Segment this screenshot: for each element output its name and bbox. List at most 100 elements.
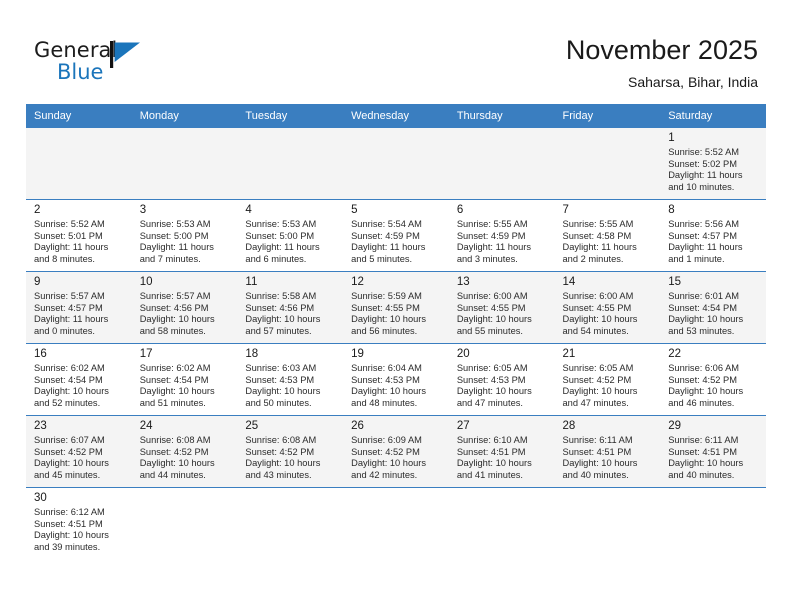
day-cell-content: 17 Sunrise: 6:02 AM Sunset: 4:54 PM Dayligh… <box>132 344 238 415</box>
calendar-empty-cell <box>237 127 344 200</box>
calendar-day-cell[interactable]: 2 Sunrise: 5:52 AM Sunset: 5:01 PM Daylight… <box>26 199 132 272</box>
daylight-text-line1: Daylight: 10 hours <box>351 458 427 469</box>
weekday-header-row: Sunday Monday Tuesday Wednesday Thursday… <box>26 104 766 128</box>
calendar-day-cell[interactable]: 17 Sunrise: 6:02 AM Sunset: 4:54 PM Dayligh… <box>131 343 238 416</box>
weekday-header-tuesday: Tuesday <box>237 104 344 128</box>
sunset-text: Sunset: 4:54 PM <box>139 374 209 385</box>
daylight-text-line2: and 2 minutes. <box>562 253 624 264</box>
calendar-day-cell[interactable]: 25 Sunrise: 6:08 AM Sunset: 4:52 PM Dayligh… <box>237 415 344 488</box>
calendar-day-cell[interactable]: 7 Sunrise: 5:55 AM Sunset: 4:58 PM Daylight… <box>554 199 661 272</box>
sunset-text: Sunset: 4:53 PM <box>245 374 315 385</box>
calendar-day-cell[interactable]: 4 Sunrise: 5:53 AM Sunset: 5:00 PM Daylight… <box>237 199 344 272</box>
sunrise-text: Sunrise: 5:57 AM <box>139 291 211 301</box>
calendar-day-cell[interactable]: 23 Sunrise: 6:07 AM Sunset: 4:52 PM Dayligh… <box>26 415 132 488</box>
calendar-day-cell[interactable]: 19 Sunrise: 6:04 AM Sunset: 4:53 PM Dayligh… <box>343 343 449 416</box>
sunset-text: Sunset: 4:52 PM <box>351 446 420 457</box>
calendar-week-row: 23 Sunrise: 6:07 AM Sunset: 4:52 PM Dayligh… <box>26 415 766 488</box>
day-number: 30 <box>34 492 47 504</box>
sunset-text: Sunset: 4:54 PM <box>34 374 103 385</box>
daylight-text-line2: and 1 minute. <box>668 253 725 264</box>
daylight-text-line1: Daylight: 10 hours <box>456 458 532 469</box>
daylight-text-line2: and 47 minutes. <box>562 397 629 408</box>
sunrise-text: Sunrise: 5:56 AM <box>668 219 740 229</box>
calendar-day-cell[interactable]: 13 Sunrise: 6:00 AM Sunset: 4:55 PM Dayligh… <box>448 271 555 344</box>
day-cell-content <box>26 128 132 199</box>
sunset-text: Sunset: 4:53 PM <box>351 374 420 385</box>
day-cell-content: 1 Sunrise: 5:52 AM Sunset: 5:02 PM Daylight… <box>660 128 766 199</box>
day-cell-content: 16 Sunrise: 6:02 AM Sunset: 4:54 PM Dayligh… <box>26 344 132 415</box>
calendar-day-cell[interactable]: 27 Sunrise: 6:10 AM Sunset: 4:51 PM Dayligh… <box>448 415 555 488</box>
calendar-day-cell[interactable]: 5 Sunrise: 5:54 AM Sunset: 4:59 PM Daylight… <box>343 199 449 272</box>
calendar-empty-cell <box>343 487 449 559</box>
day-cell-content <box>555 128 661 199</box>
sunrise-text: Sunrise: 5:55 AM <box>562 219 634 229</box>
sunrise-text: Sunrise: 6:11 AM <box>562 435 633 445</box>
calendar-day-cell[interactable]: 8 Sunrise: 5:56 AM Sunset: 4:57 PM Daylight… <box>660 199 766 272</box>
calendar-day-cell[interactable]: 3 Sunrise: 5:53 AM Sunset: 5:00 PM Daylight… <box>131 199 238 272</box>
calendar-day-cell[interactable]: 28 Sunrise: 6:11 AM Sunset: 4:51 PM Dayligh… <box>554 415 661 488</box>
weekday-header-monday: Monday <box>131 104 238 128</box>
daylight-text-line2: and 43 minutes. <box>245 469 312 480</box>
daylight-text-line1: Daylight: 11 hours <box>245 242 320 253</box>
calendar-day-cell[interactable]: 14 Sunrise: 6:00 AM Sunset: 4:55 PM Dayligh… <box>554 271 661 344</box>
daylight-text-line1: Daylight: 10 hours <box>456 314 532 325</box>
sunrise-text: Sunrise: 6:07 AM <box>34 435 105 445</box>
day-number: 17 <box>139 348 153 360</box>
sunset-text: Sunset: 4:57 PM <box>34 302 103 313</box>
calendar-body: 1 Sunrise: 5:52 AM Sunset: 5:02 PM Daylight… <box>26 127 766 559</box>
day-number: 27 <box>456 420 470 432</box>
calendar-day-cell[interactable]: 11 Sunrise: 5:58 AM Sunset: 4:56 PM Dayligh… <box>237 271 344 344</box>
daylight-text-line2: and 40 minutes. <box>668 469 735 480</box>
day-cell-content: 23 Sunrise: 6:07 AM Sunset: 4:52 PM Dayligh… <box>26 416 132 487</box>
daylight-text-line2: and 8 minutes. <box>34 253 95 264</box>
calendar-day-cell[interactable]: 29 Sunrise: 6:11 AM Sunset: 4:51 PM Dayligh… <box>660 415 766 488</box>
calendar-day-cell[interactable]: 18 Sunrise: 6:03 AM Sunset: 4:53 PM Dayligh… <box>237 343 344 416</box>
day-cell-content: 19 Sunrise: 6:04 AM Sunset: 4:53 PM Dayligh… <box>343 344 449 415</box>
daylight-text-line1: Daylight: 10 hours <box>139 314 215 325</box>
sunrise-text: Sunrise: 5:52 AM <box>668 147 740 157</box>
sunrise-text: Sunrise: 6:12 AM <box>34 507 105 517</box>
calendar-day-cell[interactable]: 1 Sunrise: 5:52 AM Sunset: 5:02 PM Daylight… <box>660 127 766 200</box>
daylight-text-line2: and 50 minutes. <box>245 397 312 408</box>
day-cell-content <box>449 488 555 559</box>
calendar-day-cell[interactable]: 12 Sunrise: 5:59 AM Sunset: 4:55 PM Dayligh… <box>343 271 449 344</box>
sunrise-text: Sunrise: 6:05 AM <box>456 363 528 373</box>
calendar-day-cell[interactable]: 30 Sunrise: 6:12 AM Sunset: 4:51 PM Dayligh… <box>26 487 132 559</box>
calendar-day-cell[interactable]: 21 Sunrise: 6:05 AM Sunset: 4:52 PM Dayligh… <box>554 343 661 416</box>
calendar-day-cell[interactable]: 15 Sunrise: 6:01 AM Sunset: 4:54 PM Dayligh… <box>660 271 766 344</box>
calendar-day-cell[interactable]: 24 Sunrise: 6:08 AM Sunset: 4:52 PM Dayligh… <box>131 415 238 488</box>
calendar-day-cell[interactable]: 16 Sunrise: 6:02 AM Sunset: 4:54 PM Dayligh… <box>26 343 132 416</box>
calendar-empty-cell <box>448 487 555 559</box>
daylight-text-line2: and 51 minutes. <box>139 397 206 408</box>
daylight-text-line2: and 39 minutes. <box>34 541 101 552</box>
daylight-text-line1: Daylight: 10 hours <box>351 386 427 397</box>
day-cell-content: 12 Sunrise: 5:59 AM Sunset: 4:55 PM Dayligh… <box>343 272 449 343</box>
sunset-text: Sunset: 4:53 PM <box>456 374 526 385</box>
calendar-day-cell[interactable]: 22 Sunrise: 6:06 AM Sunset: 4:52 PM Dayligh… <box>660 343 766 416</box>
calendar-day-cell[interactable]: 9 Sunrise: 5:57 AM Sunset: 4:57 PM Daylight… <box>26 271 132 344</box>
page-title: November 2025 <box>565 35 758 65</box>
calendar-day-cell[interactable]: 10 Sunrise: 5:57 AM Sunset: 4:56 PM Dayligh… <box>131 271 238 344</box>
daylight-text-line2: and 54 minutes. <box>562 325 629 336</box>
daylight-text-line1: Daylight: 10 hours <box>562 314 638 325</box>
calendar-day-cell[interactable]: 6 Sunrise: 5:55 AM Sunset: 4:59 PM Daylight… <box>448 199 555 272</box>
day-cell-content <box>449 128 555 199</box>
daylight-text-line1: Daylight: 11 hours <box>456 242 532 253</box>
sunset-text: Sunset: 4:57 PM <box>668 230 737 241</box>
brand-logo[interactable]: General Blue <box>34 38 164 90</box>
sunrise-text: Sunrise: 5:57 AM <box>34 291 105 301</box>
day-number: 20 <box>456 348 470 360</box>
sunset-text: Sunset: 4:52 PM <box>668 374 737 385</box>
day-number: 10 <box>139 276 153 288</box>
day-cell-content: 9 Sunrise: 5:57 AM Sunset: 4:57 PM Daylight… <box>26 272 132 343</box>
day-cell-content: 15 Sunrise: 6:01 AM Sunset: 4:54 PM Dayligh… <box>660 272 766 343</box>
day-cell-content: 21 Sunrise: 6:05 AM Sunset: 4:52 PM Dayligh… <box>555 344 661 415</box>
calendar-day-cell[interactable]: 20 Sunrise: 6:05 AM Sunset: 4:53 PM Dayligh… <box>448 343 555 416</box>
day-number: 4 <box>245 204 252 216</box>
calendar-day-cell[interactable]: 26 Sunrise: 6:09 AM Sunset: 4:52 PM Dayligh… <box>343 415 449 488</box>
day-number: 15 <box>668 276 682 288</box>
daylight-text-line2: and 46 minutes. <box>668 397 735 408</box>
calendar-week-row: 1 Sunrise: 5:52 AM Sunset: 5:02 PM Daylight… <box>26 127 766 200</box>
day-cell-content: 24 Sunrise: 6:08 AM Sunset: 4:52 PM Dayligh… <box>132 416 238 487</box>
calendar-container: Sunday Monday Tuesday Wednesday Thursday… <box>26 104 766 559</box>
